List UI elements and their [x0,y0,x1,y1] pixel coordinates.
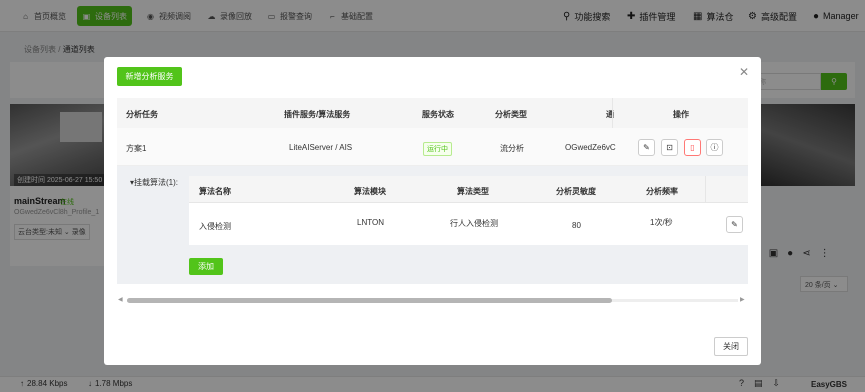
scroll-thumb[interactable] [127,298,612,303]
col-service: 插件服务/算法服务 [284,110,351,119]
info-icon: ⓘ [710,143,719,152]
algo-module: LNTON [357,218,384,227]
row-channel: OGwedZe6vC [565,143,616,152]
row-task: 方案1 [126,144,147,153]
info-button[interactable]: ⓘ [706,139,723,156]
sub-col-name: 算法名称 [199,187,231,196]
close-button[interactable]: 关闭 [714,337,748,356]
sub-col-module: 算法模块 [354,187,386,196]
stop-button[interactable]: ⊡ [661,139,678,156]
algo-edit-button[interactable]: ✎ [726,216,743,233]
delete-button[interactable]: ▯ [684,139,701,156]
add-analysis-service-button[interactable]: 新增分析服务 [117,67,182,86]
trash-icon: ▯ [690,143,695,152]
algo-name: 入侵检测 [199,222,231,231]
sub-col-frequency: 分析频率 [646,187,678,196]
status-badge: 运行中 [423,142,452,156]
row-type: 流分析 [500,144,524,153]
horizontal-scrollbar[interactable]: ◀ ▶ [117,296,748,305]
edit-button[interactable]: ✎ [638,139,655,156]
edit-icon: ✎ [731,220,738,229]
scroll-left-icon[interactable]: ◀ [118,296,123,303]
mounted-algorithms-toggle[interactable]: ▾挂载算法(1): [130,177,178,188]
add-algorithm-button[interactable]: 添加 [189,258,223,275]
close-icon[interactable]: ✕ [739,65,749,79]
stop-icon: ⊡ [666,143,673,152]
scroll-right-icon[interactable]: ▶ [740,296,745,303]
col-task: 分析任务 [126,110,158,119]
sub-col-type: 算法类型 [457,187,489,196]
edit-icon: ✎ [643,143,650,152]
col-actions: 操作 [673,110,689,119]
row-service: LiteAIServer / AIS [289,143,353,152]
col-status: 服务状态 [422,110,454,119]
algo-frequency: 1次/秒 [650,218,673,227]
col-type: 分析类型 [495,110,527,119]
algo-type: 行人入侵检测 [450,219,498,228]
sub-col-sensitivity: 分析灵敏度 [556,187,596,196]
algo-sensitivity: 80 [572,221,581,230]
